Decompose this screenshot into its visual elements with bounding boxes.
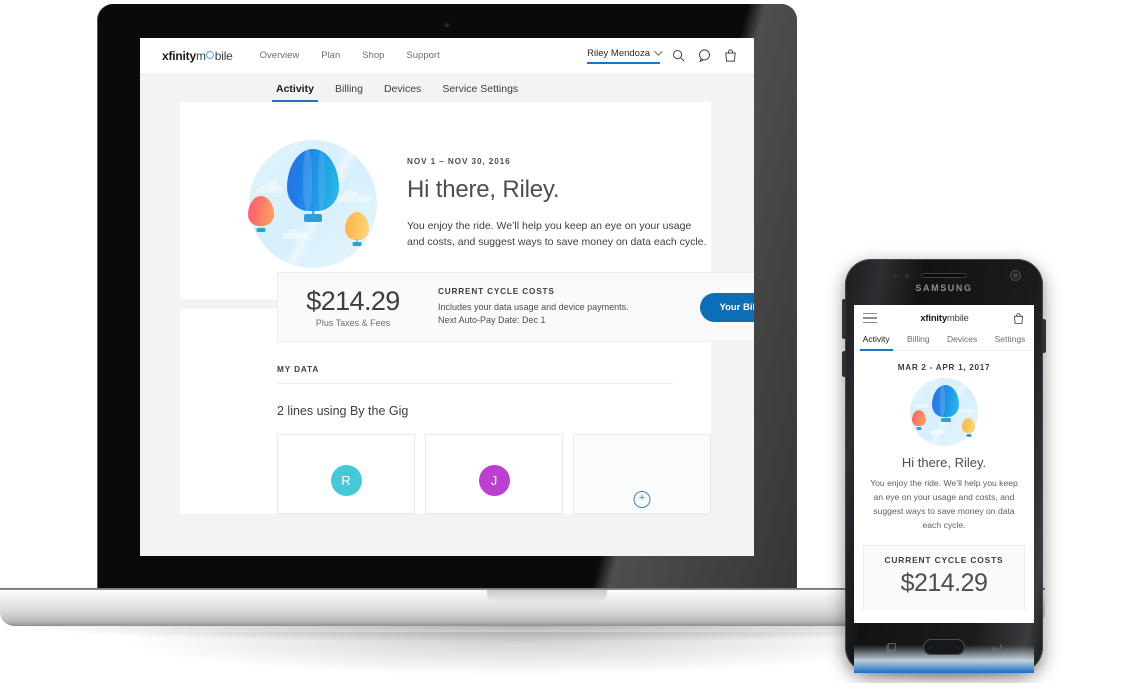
phone-brand-label: SAMSUNG <box>915 283 973 293</box>
recents-button[interactable] <box>885 642 898 653</box>
hero-row: NOV 1 – NOV 30, 2016 Hi there, Riley. Yo… <box>180 102 711 299</box>
cost-label: CURRENT CYCLE COSTS <box>884 554 1004 565</box>
cost-label: CURRENT CYCLE COSTS <box>438 287 555 297</box>
current-cycle-cost-card: $214.29 Plus Taxes & Fees CURRENT CYCLE … <box>277 272 754 342</box>
nav-item-overview[interactable]: Overview <box>260 50 300 61</box>
line-card[interactable]: J <box>425 434 563 514</box>
balloon-pink <box>912 410 926 432</box>
tab-billing[interactable]: Billing <box>907 331 930 350</box>
balloon-pink <box>248 196 274 236</box>
nav-item-shop[interactable]: Shop <box>362 50 384 61</box>
site-header: xfinitym bile Overview Plan Shop Support … <box>140 38 754 73</box>
phone-tabs: Activity Billing Devices Settings <box>854 331 1034 351</box>
volume-down-button[interactable] <box>842 351 846 377</box>
front-camera-icon <box>1010 270 1021 281</box>
your-bill-so-far-button[interactable]: Your Bill So Far <box>700 292 754 322</box>
back-button[interactable] <box>990 642 1003 653</box>
page-title: Hi there, Riley. <box>901 455 987 470</box>
logo-ring-icon <box>206 50 215 59</box>
hero-description: You enjoy the ride. We’ll help you keep … <box>407 219 707 248</box>
balloon-blue-main <box>932 385 959 429</box>
power-button[interactable] <box>1042 319 1046 353</box>
shopping-bag-icon[interactable] <box>723 48 738 63</box>
logo-part-1: xfinity <box>920 312 947 324</box>
search-icon[interactable] <box>671 48 686 63</box>
tab-activity[interactable]: Activity <box>859 331 893 351</box>
cost-amount: $214.29 <box>306 286 400 316</box>
logo-part-2: m <box>946 312 955 324</box>
line-card[interactable]: R <box>277 434 415 514</box>
balloon-blue-main <box>287 149 339 231</box>
chat-bubble-icon[interactable] <box>697 48 712 63</box>
account-tabs: Activity Billing Devices Service Setting… <box>140 73 754 102</box>
tab-billing[interactable]: Billing <box>335 83 363 102</box>
hero-copy: NOV 1 – NOV 30, 2016 Hi there, Riley. Yo… <box>407 157 711 251</box>
light-sensor-icon <box>905 274 909 278</box>
account-menu[interactable]: Riley Mendoza <box>587 47 663 64</box>
activity-hero-panel: NOV 1 – NOV 30, 2016 Hi there, Riley. Yo… <box>180 102 711 299</box>
laptop-shadow-soft <box>117 632 917 676</box>
page-title: Hi there, Riley. <box>407 175 560 203</box>
earpiece-speaker <box>921 273 967 278</box>
xfinity-mobile-logo[interactable]: xfinitymbile <box>162 49 233 63</box>
primary-nav: Overview Plan Shop Support <box>260 50 440 61</box>
chevron-down-icon <box>654 47 663 56</box>
avatar: J <box>478 464 510 496</box>
logo-part-3: bile <box>214 48 233 63</box>
xfinity-mobile-logo[interactable]: xfinitymbile <box>920 313 968 324</box>
tab-devices[interactable]: Devices <box>384 83 421 102</box>
hot-air-balloons-illustration <box>246 136 381 271</box>
logo-part-1: xfinity <box>162 48 196 63</box>
hamburger-menu-icon[interactable] <box>863 310 877 326</box>
line-card-list: R J + <box>277 434 711 514</box>
billing-cycle-range: NOV 1 – NOV 30, 2016 <box>407 156 511 166</box>
hero-description: You enjoy the ride. We’ll help you keep … <box>870 478 1018 530</box>
tab-devices[interactable]: Devices <box>947 331 977 350</box>
cost-amount: $214.29 <box>900 568 988 597</box>
avatar: R <box>330 464 362 496</box>
phone-device: SAMSUNG xfinitymbile Activity Billing De… <box>839 259 1049 683</box>
add-a-line-card[interactable]: + <box>573 434 711 514</box>
volume-up-button[interactable] <box>842 299 846 339</box>
balloon-yellow <box>962 418 975 439</box>
laptop-device: xfinitym bile Overview Plan Shop Support … <box>0 4 1045 676</box>
screenshot-stage: xfinitym bile Overview Plan Shop Support … <box>0 0 1126 683</box>
cost-amount-block: $214.29 Plus Taxes & Fees <box>278 286 428 328</box>
home-button[interactable] <box>923 639 965 655</box>
data-panel: $214.29 Plus Taxes & Fees CURRENT CYCLE … <box>180 272 754 514</box>
plus-circle-icon: + <box>633 491 651 508</box>
hot-air-balloons-illustration <box>910 378 978 446</box>
phone-app-header: xfinitymbile <box>854 305 1034 331</box>
nav-item-support[interactable]: Support <box>406 50 439 61</box>
cost-detail-line-1: Includes your data usage and device paym… <box>438 302 629 313</box>
logo-part-2: m <box>195 48 206 63</box>
laptop-webcam-icon <box>444 22 450 28</box>
my-data-label: MY DATA <box>277 365 320 374</box>
cost-details: CURRENT CYCLE COSTS Includes your data u… <box>438 287 629 327</box>
phone-screen: xfinitymbile Activity Billing Devices Se… <box>854 305 1034 623</box>
phone-body: SAMSUNG xfinitymbile Activity Billing De… <box>842 259 1046 673</box>
logo-part-3: bile <box>954 312 969 324</box>
balloon-yellow <box>345 212 369 250</box>
tab-service-settings[interactable]: Service Settings <box>442 83 518 102</box>
cost-detail-line-2: Next Auto-Pay Date: Dec 1 <box>438 315 546 325</box>
billing-cycle-range: MAR 2 - APR 1, 2017 <box>897 363 991 372</box>
tab-settings[interactable]: Settings <box>995 331 1026 350</box>
laptop-screen: xfinitym bile Overview Plan Shop Support … <box>140 38 754 556</box>
cost-amount-note: Plus Taxes & Fees <box>315 318 391 328</box>
laptop-base-notch <box>487 590 607 602</box>
nav-item-plan[interactable]: Plan <box>321 50 340 61</box>
current-cycle-cost-card: CURRENT CYCLE COSTS $214.29 <box>863 544 1025 610</box>
proximity-sensor-icon <box>893 274 897 278</box>
tab-activity[interactable]: Activity <box>272 83 318 102</box>
lines-summary: 2 lines using By the Gig <box>277 404 409 418</box>
header-actions: Riley Mendoza <box>587 47 738 64</box>
shopping-bag-icon[interactable] <box>1012 312 1025 325</box>
account-name: Riley Mendoza <box>587 47 650 59</box>
